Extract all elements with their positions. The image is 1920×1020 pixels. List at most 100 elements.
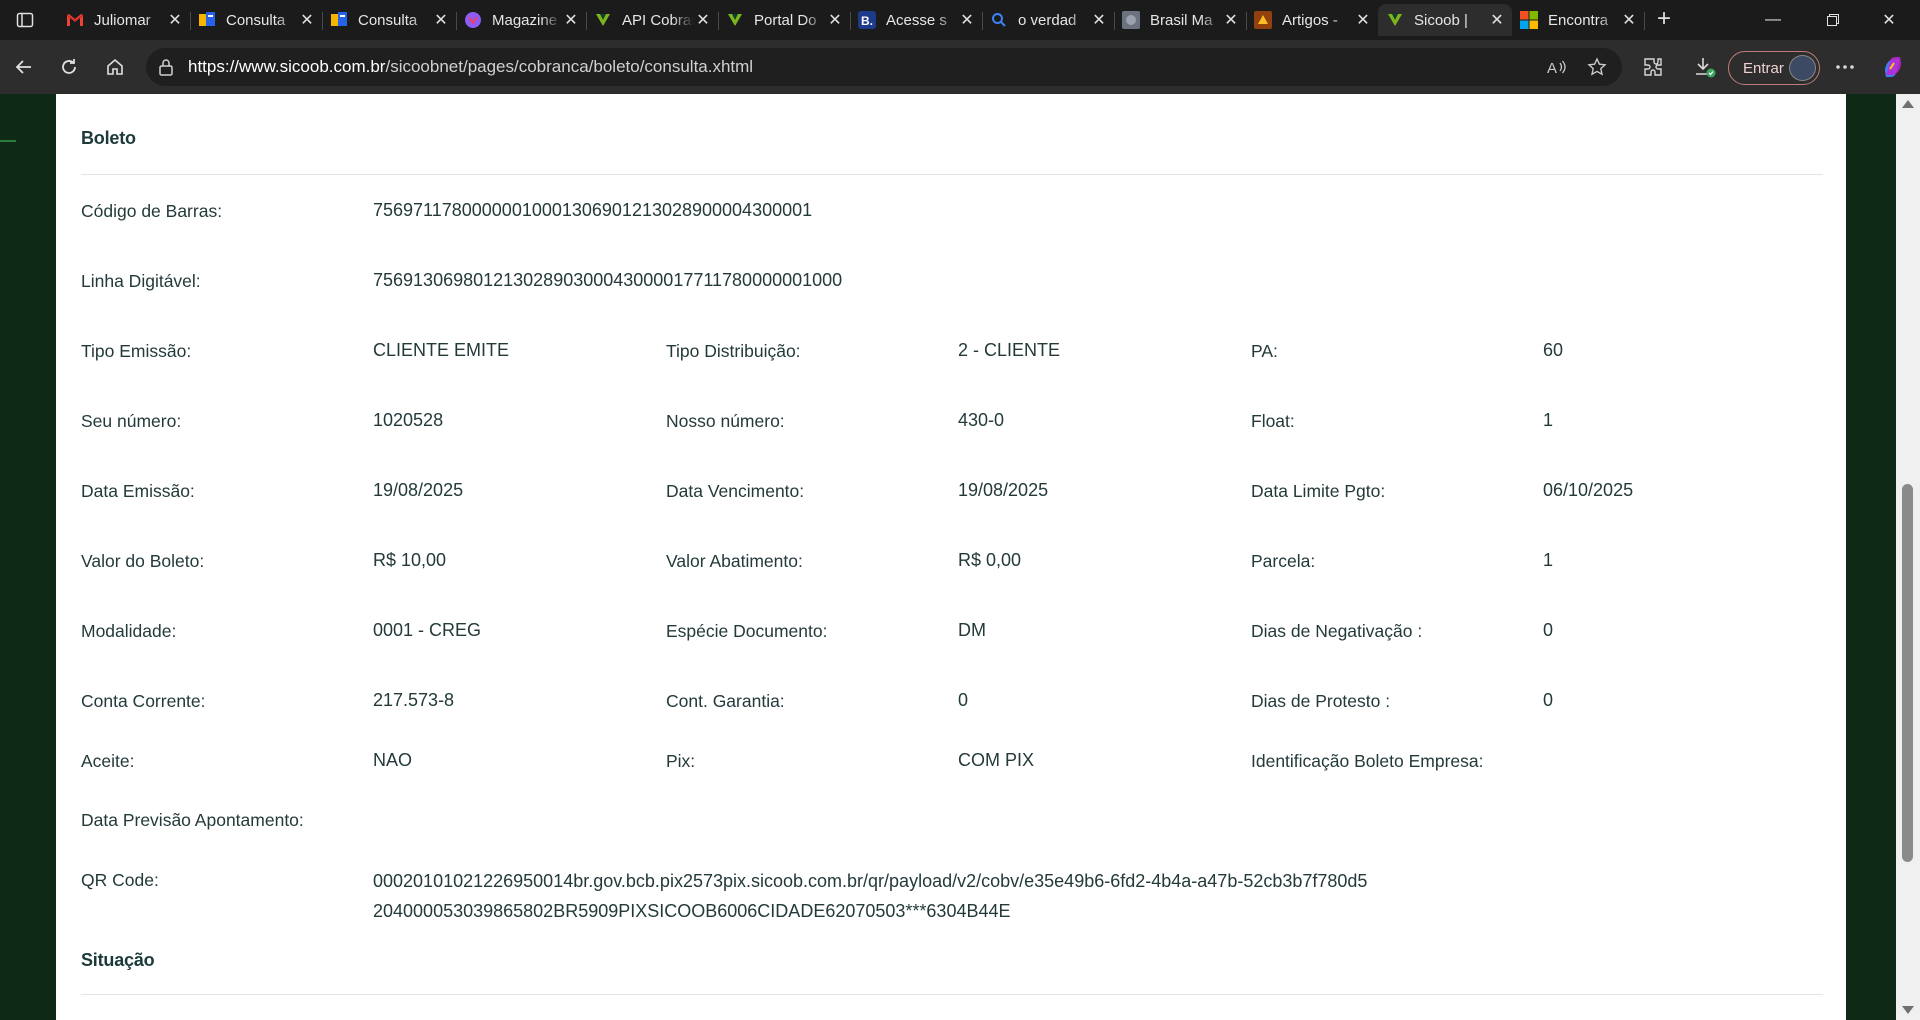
- field-value: 60: [1543, 340, 1564, 360]
- field-label: Seu número:: [81, 411, 182, 431]
- scrollbar-thumb[interactable]: [1902, 484, 1913, 862]
- field-value: R$ 0,00: [958, 550, 1022, 570]
- browser-tab[interactable]: Juliomar ✕: [58, 4, 191, 36]
- url-host: https://www.sicoob.com.br: [188, 57, 386, 76]
- more-options-icon[interactable]: [1832, 54, 1858, 80]
- page-viewport: Boleto Código de Barras: 756971178000000…: [0, 94, 1920, 1020]
- browser-tab[interactable]: Portal Do ✕: [718, 4, 851, 36]
- tab-title: Encontra: [1548, 11, 1609, 29]
- close-window-icon[interactable]: ✕: [1866, 0, 1912, 40]
- accent-line: [0, 140, 16, 142]
- gmail-icon: [66, 11, 84, 29]
- page-background-left: [0, 94, 56, 1020]
- codigo-barras-value: 7569711780000001000130690121302890000430…: [373, 200, 813, 220]
- restore-icon[interactable]: [1810, 0, 1856, 40]
- read-aloud-icon[interactable]: A: [1546, 56, 1568, 78]
- close-tab-icon[interactable]: ✕: [1354, 11, 1372, 29]
- field-label: Aceite:: [81, 751, 135, 771]
- lock-icon[interactable]: [158, 58, 174, 81]
- browser-tab[interactable]: API Cobrança✕: [586, 4, 719, 36]
- close-tab-icon[interactable]: ✕: [432, 11, 450, 29]
- browser-tab[interactable]: Magazine ✕: [456, 4, 587, 36]
- favorite-star-icon[interactable]: [1586, 56, 1608, 78]
- field-value: 0001 - CREG: [373, 620, 482, 640]
- extensions-icon[interactable]: [1640, 54, 1666, 80]
- field-label: Dias de Negativação :: [1251, 621, 1423, 641]
- browser-tab[interactable]: Brasil Ma ✕: [1114, 4, 1247, 36]
- svg-text:A: A: [1547, 60, 1557, 76]
- new-tab-button[interactable]: +: [1650, 6, 1678, 34]
- address-bar[interactable]: https://www.sicoob.com.br/sicoobnet/page…: [146, 48, 1622, 86]
- browser-tab[interactable]: Encontra ✕: [1512, 4, 1645, 36]
- field-label: Modalidade:: [81, 621, 177, 641]
- close-tab-icon[interactable]: ✕: [694, 11, 712, 29]
- close-tab-icon[interactable]: ✕: [1090, 11, 1108, 29]
- browser-tab[interactable]: Consulta ✕: [190, 4, 323, 36]
- field-value: DM: [958, 620, 986, 640]
- scroll-down-icon[interactable]: [1902, 1006, 1914, 1014]
- sicoob-icon: [594, 11, 612, 29]
- home-icon[interactable]: [99, 51, 131, 83]
- codigo-barras-label: Código de Barras:: [81, 201, 223, 221]
- consulta-icon: [198, 11, 216, 29]
- data-previsao-label: Data Previsão Apontamento:: [81, 810, 304, 830]
- url-text[interactable]: https://www.sicoob.com.br/sicoobnet/page…: [188, 57, 753, 77]
- minimize-icon[interactable]: —: [1750, 0, 1796, 40]
- tab-separator: [1644, 12, 1645, 30]
- close-tab-icon[interactable]: ✕: [1488, 11, 1506, 29]
- signin-button[interactable]: Entrar: [1728, 51, 1820, 85]
- scroll-up-icon[interactable]: [1902, 100, 1914, 108]
- browser-tab[interactable]: B. Acesse s ✕: [850, 4, 983, 36]
- browser-tab[interactable]: Sicoob | ✕: [1378, 4, 1512, 36]
- field-value: 217.573-8: [373, 690, 455, 710]
- field-value: NAO: [373, 750, 413, 770]
- field-label: Cont. Garantia:: [666, 691, 785, 711]
- copilot-icon[interactable]: [1880, 54, 1906, 80]
- refresh-icon[interactable]: [53, 51, 85, 83]
- field-label: Conta Corrente:: [81, 691, 206, 711]
- tab-title: Portal Do: [754, 11, 817, 29]
- close-tab-icon[interactable]: ✕: [298, 11, 316, 29]
- close-tab-icon[interactable]: ✕: [1620, 11, 1638, 29]
- boleto-details-card: Boleto Código de Barras: 756971178000000…: [56, 94, 1846, 1020]
- downloads-icon[interactable]: [1692, 54, 1718, 80]
- page-scrollbar[interactable]: [1896, 94, 1920, 1020]
- tab-strip: Juliomar ✕ Consulta ✕ Consulta ✕ Magazine ✕ API …: [0, 0, 1920, 40]
- svg-text:B.: B.: [861, 14, 873, 28]
- field-value: 06/10/2025: [1543, 480, 1634, 500]
- field-value: 0: [958, 690, 969, 710]
- url-path: /sicoobnet/pages/cobranca/boleto/consult…: [385, 57, 754, 76]
- close-tab-icon[interactable]: ✕: [1222, 11, 1240, 29]
- linha-digitavel-label: Linha Digitável:: [81, 271, 201, 291]
- section-divider: [81, 174, 1823, 175]
- close-tab-icon[interactable]: ✕: [826, 11, 844, 29]
- field-label: Valor Abatimento:: [666, 551, 803, 571]
- close-tab-icon[interactable]: ✕: [958, 11, 976, 29]
- back-icon[interactable]: [8, 51, 40, 83]
- tab-actions-icon[interactable]: [10, 8, 40, 32]
- avatar: [1789, 55, 1816, 81]
- field-value: 0: [1543, 690, 1554, 710]
- field-label: Identificação Boleto Empresa:: [1251, 751, 1484, 771]
- magazine-icon: [464, 11, 482, 29]
- tab-title: o verdad: [1018, 11, 1077, 29]
- field-value: 19/08/2025: [958, 480, 1049, 500]
- qr-code-value: 00020101021226950014br.gov.bcb.pix2573pi…: [373, 871, 1368, 921]
- field-value: 0: [1543, 620, 1554, 640]
- field-value: 430-0: [958, 410, 1005, 430]
- close-tab-icon[interactable]: ✕: [166, 11, 184, 29]
- tab-title: API Cobrança: [622, 11, 694, 29]
- tab-title: Sicoob |: [1414, 11, 1468, 29]
- situacao-section-title: Situação: [81, 950, 155, 970]
- search-icon: [990, 11, 1008, 29]
- field-label: Pix:: [666, 751, 696, 771]
- field-label: Data Emissão:: [81, 481, 195, 501]
- close-tab-icon[interactable]: ✕: [562, 11, 580, 29]
- browser-tab[interactable]: Artigos - ✕: [1246, 4, 1379, 36]
- boleto-section-title: Boleto: [81, 128, 136, 148]
- artigos-icon: [1254, 11, 1272, 29]
- tab-title: Consulta: [226, 11, 286, 29]
- field-value: 1: [1543, 550, 1554, 570]
- browser-tab[interactable]: o verdad ✕: [982, 4, 1115, 36]
- browser-tab[interactable]: Consulta ✕: [322, 4, 457, 36]
